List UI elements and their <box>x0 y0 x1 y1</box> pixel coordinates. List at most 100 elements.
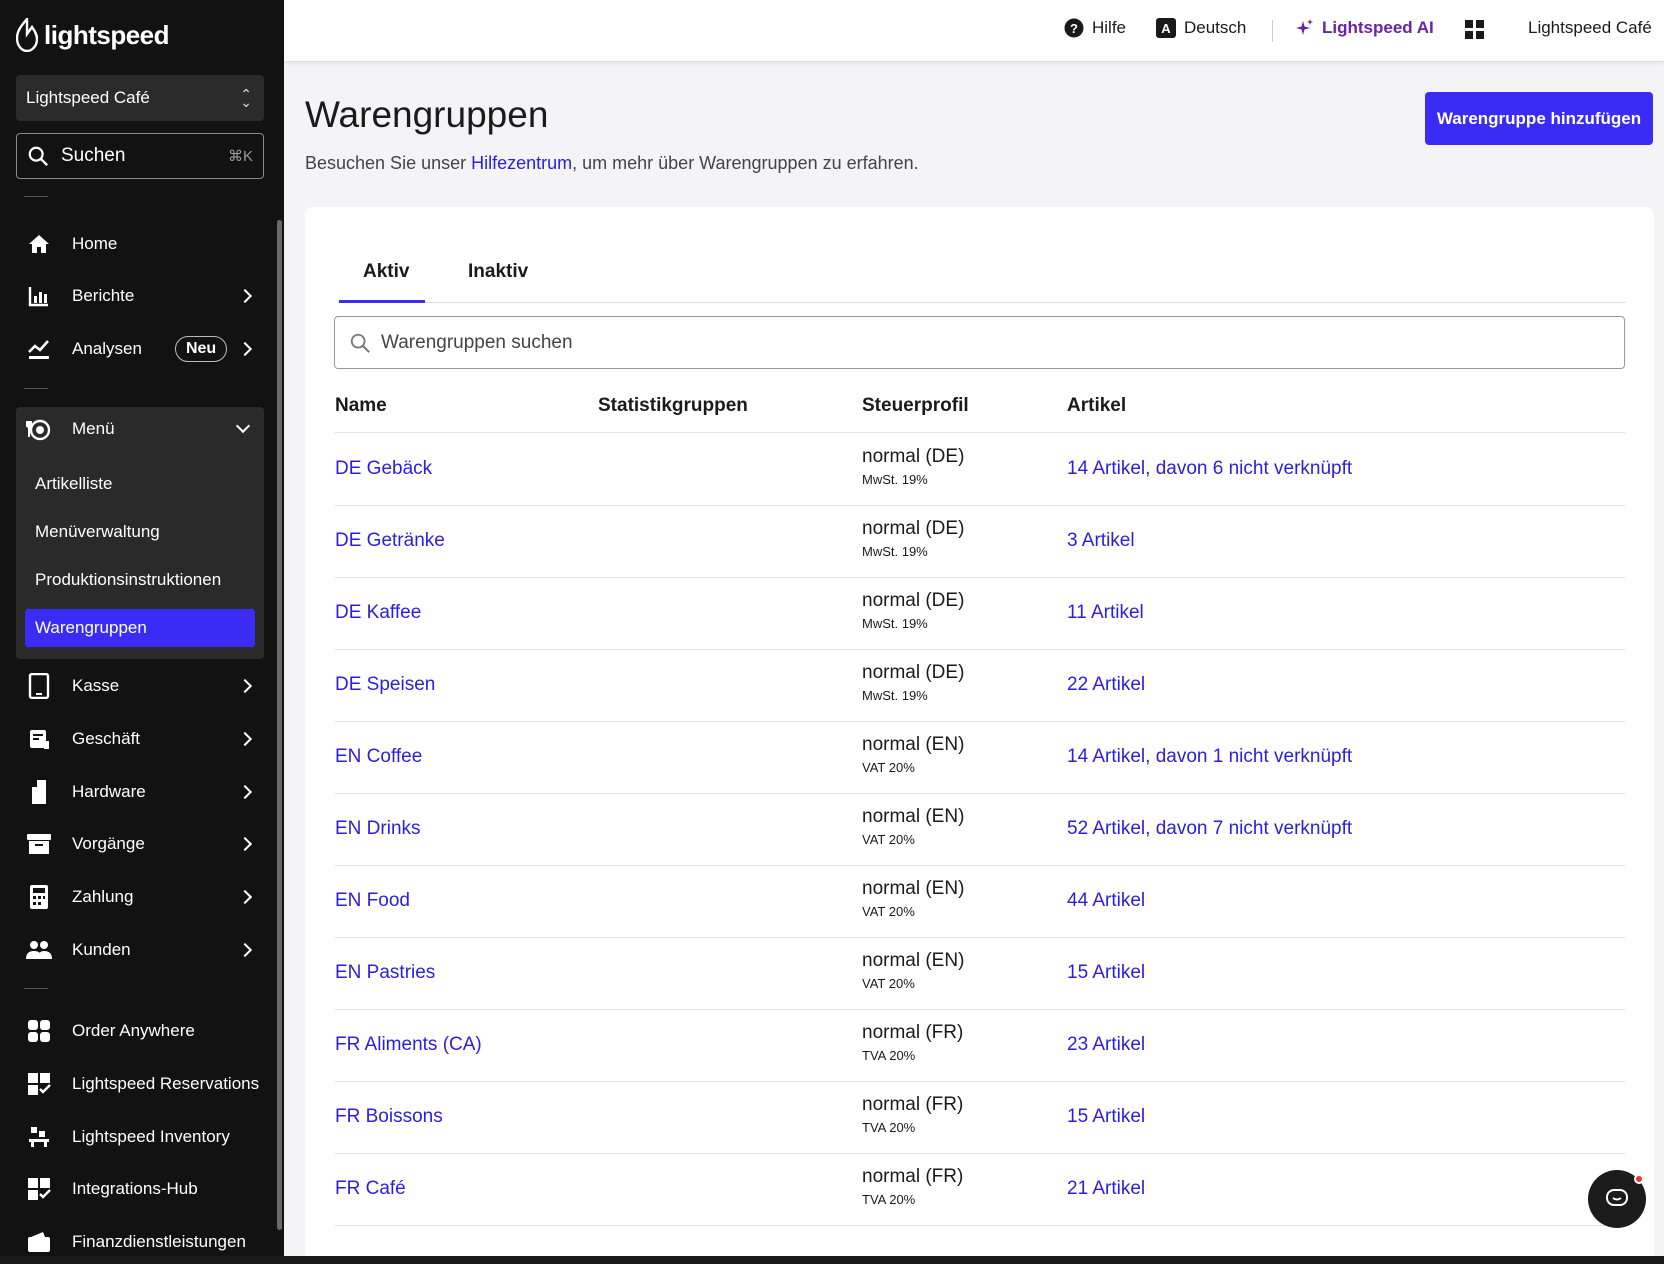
articles-link[interactable]: 22 Artikel <box>1067 674 1145 696</box>
customers-icon <box>26 937 52 963</box>
product-group-name-link[interactable]: FR Boissons <box>335 1106 443 1128</box>
table-row[interactable]: DE Speisen normal (DE) MwSt. 19% 22 Artikel <box>335 650 1625 722</box>
table-row[interactable]: FR Café normal (FR) TVA 20% 21 Artikel <box>335 1154 1625 1226</box>
articles-link[interactable]: 11 Artikel <box>1067 602 1144 624</box>
sidebar-item-order-anywhere[interactable]: Order Anywhere <box>16 1009 264 1053</box>
table-row[interactable]: DE Gebäck normal (DE) MwSt. 19% 14 Artikel,… <box>335 434 1625 506</box>
column-header-statistikgruppen[interactable]: Statistikgruppen <box>598 395 748 417</box>
sidebar-subitem-produktionsinstruktionen[interactable]: Produktionsinstruktionen <box>25 561 255 599</box>
articles-link[interactable]: 44 Artikel <box>1067 890 1145 912</box>
articles-link[interactable]: 15 Artikel <box>1067 1106 1145 1128</box>
table-row[interactable]: DE Getränke normal (DE) MwSt. 19% 3 Artikel <box>335 506 1625 578</box>
table-row[interactable]: EN Coffee normal (EN) VAT 20% 14 Artikel, d… <box>335 722 1625 794</box>
product-group-name-link[interactable]: EN Pastries <box>335 962 435 984</box>
table-row[interactable]: EN Food normal (EN) VAT 20% 44 Artikel <box>335 866 1625 938</box>
sidebar-item-inventory[interactable]: Lightspeed Inventory <box>16 1115 264 1159</box>
articles-link[interactable]: 14 Artikel, davon 1 nicht verknüpft <box>1067 746 1352 768</box>
home-icon <box>26 231 52 257</box>
sidebar-item-kunden[interactable]: Kunden <box>16 928 264 972</box>
product-group-name-link[interactable]: EN Coffee <box>335 746 422 768</box>
analytics-icon <box>26 336 52 362</box>
svg-text:A: A <box>1161 21 1171 36</box>
product-group-name-link[interactable]: DE Speisen <box>335 674 435 696</box>
tax-rate: TVA 20% <box>862 1192 916 1207</box>
sidebar-item-berichte[interactable]: Berichte <box>16 274 264 318</box>
table-row[interactable]: EN Drinks normal (EN) VAT 20% 52 Artikel, d… <box>335 794 1625 866</box>
sidebar-subitem-warengruppen[interactable]: Warengruppen <box>25 609 255 647</box>
notification-dot <box>1634 1174 1644 1184</box>
sidebar-item-vorgaenge[interactable]: Vorgänge <box>16 822 264 866</box>
product-group-name-link[interactable]: DE Gebäck <box>335 458 432 480</box>
lightspeed-ai-button[interactable]: Lightspeed AI <box>1296 18 1434 38</box>
sidebar-item-menu[interactable]: Menü <box>16 407 264 451</box>
sidebar-search[interactable]: Suchen ⌘K <box>16 133 264 179</box>
add-product-group-button[interactable]: Warengruppe hinzufügen <box>1425 92 1653 145</box>
sidebar-item-zahlung[interactable]: Zahlung <box>16 875 264 919</box>
lightspeed-logo[interactable]: lightspeed <box>16 18 170 52</box>
sidebar-scrollbar[interactable] <box>277 220 282 1230</box>
articles-link[interactable]: 21 Artikel <box>1067 1178 1145 1200</box>
sidebar-item-home[interactable]: Home <box>16 222 264 266</box>
sidebar-item-kasse[interactable]: Kasse <box>16 664 264 708</box>
sidebar-item-integrations-hub[interactable]: Integrations-Hub <box>16 1167 264 1211</box>
product-group-name-link[interactable]: FR Aliments (CA) <box>335 1034 482 1056</box>
product-group-name-link[interactable]: FR Café <box>335 1178 406 1200</box>
sidebar-item-label: Berichte <box>72 286 135 305</box>
sidebar-item-label: Hardware <box>72 782 146 801</box>
language-button[interactable]: A Deutsch <box>1156 18 1246 38</box>
table-row[interactable]: FR Boissons normal (FR) TVA 20% 15 Artikel <box>335 1082 1625 1154</box>
top-bar: ? Hilfe A Deutsch Lightspeed AI Lightspe… <box>284 0 1664 62</box>
sidebar: lightspeed Lightspeed Café ⌃ ⌄ Suchen ⌘K … <box>0 0 284 1264</box>
articles-link[interactable]: 52 Artikel, davon 7 nicht verknüpft <box>1067 818 1352 840</box>
help-button[interactable]: ? Hilfe <box>1064 18 1126 38</box>
store-selector[interactable]: Lightspeed Café ⌃ ⌄ <box>16 75 264 121</box>
table-row[interactable]: EN Pastries normal (EN) VAT 20% 15 Artikel <box>335 938 1625 1010</box>
sidebar-item-label: Kasse <box>72 676 120 695</box>
tax-profile-name: normal (EN) <box>862 878 965 899</box>
column-header-steuerprofil[interactable]: Steuerprofil <box>862 395 969 417</box>
sidebar-item-hardware[interactable]: Hardware <box>16 770 264 814</box>
account-menu[interactable]: Lightspeed Café <box>1528 18 1652 38</box>
help-center-link[interactable]: Hilfezentrum <box>471 153 572 173</box>
articles-link[interactable]: 14 Artikel, davon 6 nicht verknüpft <box>1067 458 1352 480</box>
tax-rate: TVA 20% <box>862 1120 916 1135</box>
sidebar-subitem-menueverwaltung[interactable]: Menüverwaltung <box>25 513 255 551</box>
chevron-right-icon <box>237 942 253 958</box>
svg-text:?: ? <box>1070 21 1078 36</box>
subtitle-text: Besuchen Sie unser <box>305 153 472 173</box>
product-group-name-link[interactable]: DE Kaffee <box>335 602 421 624</box>
active-tab-indicator <box>339 300 425 303</box>
product-group-name-link[interactable]: EN Food <box>335 890 410 912</box>
subtitle-text: , um mehr über Warengruppen zu erfahren. <box>572 153 919 173</box>
order-anywhere-icon <box>26 1018 52 1044</box>
tax-profile-cell: normal (FR) TVA 20% <box>862 1166 963 1207</box>
sidebar-item-reservations[interactable]: Lightspeed Reservations <box>16 1062 264 1106</box>
tab-inaktiv[interactable]: Inaktiv <box>468 261 528 283</box>
articles-link[interactable]: 3 Artikel <box>1067 530 1135 552</box>
sidebar-subitem-artikelliste[interactable]: Artikelliste <box>25 465 255 503</box>
column-header-artikel[interactable]: Artikel <box>1067 395 1126 417</box>
sparkle-icon <box>1296 19 1313 35</box>
window-bottom-edge <box>0 1256 1664 1264</box>
tablet-icon <box>26 673 52 699</box>
search-icon <box>28 146 49 167</box>
sidebar-item-label: Lightspeed Inventory <box>72 1127 230 1146</box>
product-group-search-input[interactable]: Warengruppen suchen <box>334 316 1625 369</box>
reservations-icon <box>26 1071 52 1097</box>
articles-link[interactable]: 23 Artikel <box>1067 1034 1145 1056</box>
sidebar-search-label: Suchen <box>61 145 126 166</box>
sidebar-item-analysen[interactable]: Analysen Neu <box>16 327 264 371</box>
chevron-right-icon <box>237 836 253 852</box>
sidebar-item-geschaeft[interactable]: Geschäft <box>16 717 264 761</box>
tab-aktiv[interactable]: Aktiv <box>363 261 409 283</box>
apps-grid-button[interactable] <box>1465 20 1485 40</box>
table-row[interactable]: FR Aliments (CA) normal (FR) TVA 20% 23 Art… <box>335 1010 1625 1082</box>
product-group-name-link[interactable]: DE Getränke <box>335 530 445 552</box>
table-row[interactable]: DE Kaffee normal (DE) MwSt. 19% 11 Artikel <box>335 578 1625 650</box>
store-icon <box>26 726 52 752</box>
chat-button[interactable] <box>1588 1170 1646 1228</box>
column-header-name[interactable]: Name <box>335 395 387 417</box>
articles-link[interactable]: 15 Artikel <box>1067 962 1145 984</box>
product-group-name-link[interactable]: EN Drinks <box>335 818 421 840</box>
sidebar-divider <box>24 988 48 989</box>
